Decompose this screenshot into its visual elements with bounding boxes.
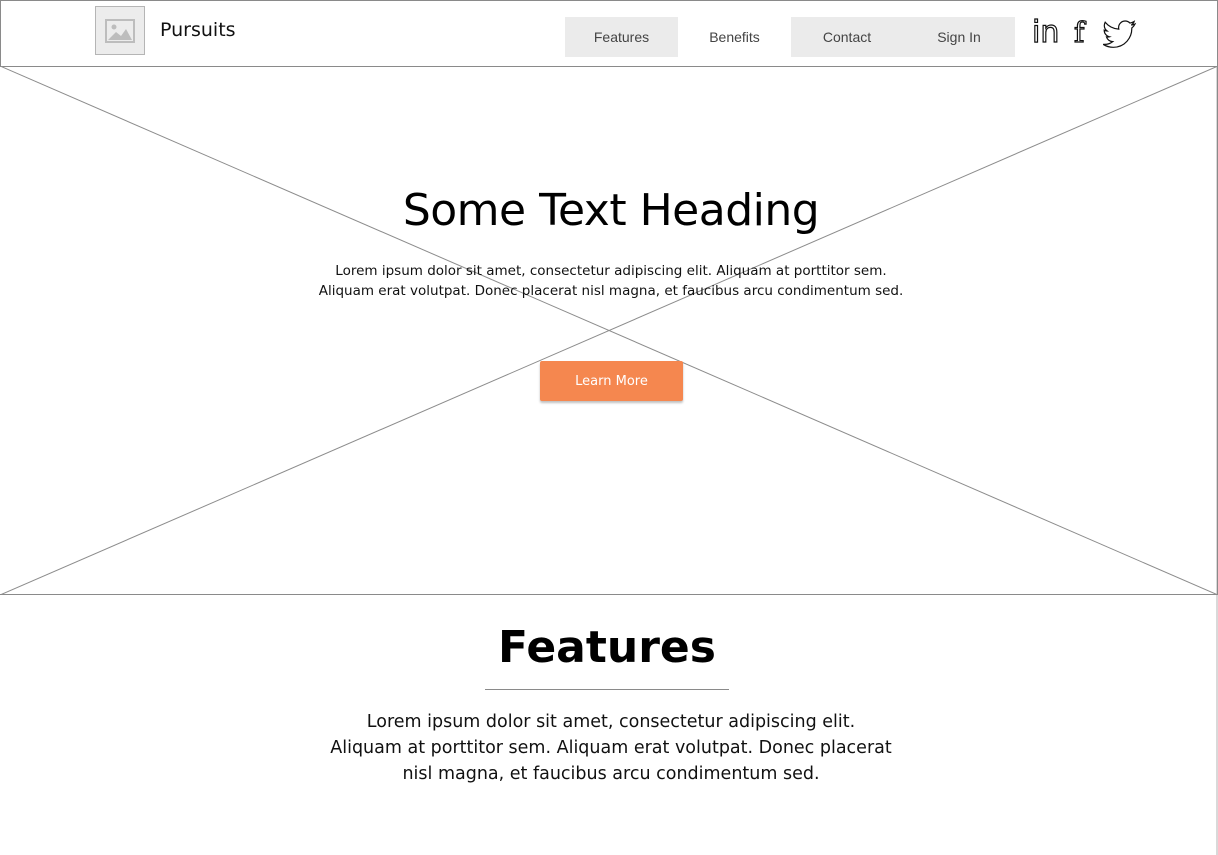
image-placeholder-icon [105,18,135,43]
nav-features[interactable]: Features [565,17,678,57]
features-divider [485,689,729,690]
hero-description: Lorem ipsum dolor sit amet, consectetur … [0,261,1217,301]
logo-placeholder[interactable] [95,6,145,55]
features-heading: Features [498,622,716,673]
svg-text:in: in [1032,17,1059,47]
twitter-icon[interactable] [1103,19,1137,49]
hero-heading: Some Text Heading [402,185,820,236]
nav-benefits[interactable]: Benefits [678,17,791,57]
features-description: Lorem ipsum dolor sit amet, consectetur … [0,709,1218,787]
linkedin-glyph: in [1032,17,1060,47]
facebook-icon[interactable]: f [1069,15,1093,49]
brand-name[interactable]: Pursuits [160,19,236,41]
image-placeholder-cross [0,66,1217,594]
learn-more-button[interactable]: Learn More [540,361,683,401]
features-description-line: nisl magna, et faucibus arcu condimentum… [402,764,820,784]
twitter-glyph [1103,20,1137,48]
nav-contact[interactable]: Contact [791,17,903,57]
svg-text:f: f [1074,17,1087,47]
features-description-line: Lorem ipsum dolor sit amet, consectetur … [366,712,856,732]
hero-section: Some Text Heading Lorem ipsum dolor sit … [0,66,1218,595]
nav-sign-in[interactable]: Sign In [903,17,1015,57]
facebook-glyph: f [1073,17,1087,47]
hero-description-line: Aliquam erat volutpat. Donec placerat ni… [318,283,904,299]
hero-description-line: Lorem ipsum dolor sit amet, consectetur … [335,263,887,279]
linkedin-icon[interactable]: in [1031,15,1065,49]
features-description-line: Aliquam at porttitor sem. Aliquam erat v… [330,738,892,758]
site-header: Pursuits Features Benefits Contact Sign … [0,0,1218,67]
